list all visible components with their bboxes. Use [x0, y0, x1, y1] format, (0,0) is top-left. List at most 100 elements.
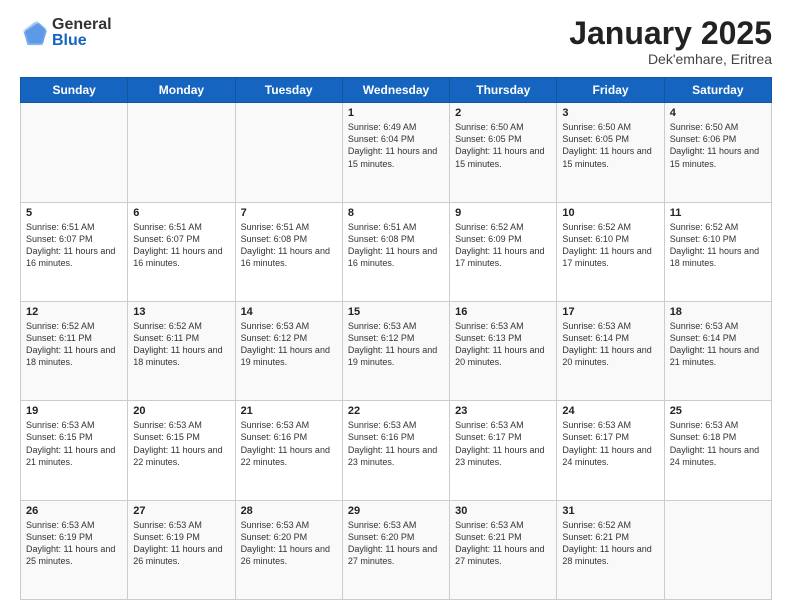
weekday-header: Thursday — [450, 78, 557, 103]
day-number: 30 — [455, 505, 551, 517]
cell-info: Daylight: 11 hours and 22 minutes. — [133, 444, 229, 468]
day-number: 9 — [455, 207, 551, 219]
day-number: 1 — [348, 107, 444, 119]
calendar-cell: 17Sunrise: 6:53 AMSunset: 6:14 PMDayligh… — [557, 301, 664, 400]
day-number: 2 — [455, 107, 551, 119]
cell-info: Daylight: 11 hours and 16 minutes. — [26, 245, 122, 269]
calendar-cell: 21Sunrise: 6:53 AMSunset: 6:16 PMDayligh… — [235, 401, 342, 500]
cell-info: Sunset: 6:16 PM — [241, 431, 337, 443]
day-number: 16 — [455, 306, 551, 318]
day-number: 29 — [348, 505, 444, 517]
cell-info: Sunrise: 6:53 AM — [562, 320, 658, 332]
cell-info: Sunrise: 6:53 AM — [562, 419, 658, 431]
logo: General Blue — [20, 16, 112, 49]
day-number: 6 — [133, 207, 229, 219]
cell-info: Daylight: 11 hours and 26 minutes. — [241, 543, 337, 567]
calendar-cell: 9Sunrise: 6:52 AMSunset: 6:09 PMDaylight… — [450, 202, 557, 301]
title-block: January 2025 Dek'emhare, Eritrea — [569, 16, 772, 67]
cell-info: Sunset: 6:12 PM — [348, 332, 444, 344]
cell-info: Daylight: 11 hours and 21 minutes. — [670, 344, 766, 368]
calendar-cell: 29Sunrise: 6:53 AMSunset: 6:20 PMDayligh… — [342, 500, 449, 599]
cell-info: Sunset: 6:12 PM — [241, 332, 337, 344]
cell-info: Daylight: 11 hours and 17 minutes. — [455, 245, 551, 269]
page: General Blue January 2025 Dek'emhare, Er… — [0, 0, 792, 612]
calendar-cell: 23Sunrise: 6:53 AMSunset: 6:17 PMDayligh… — [450, 401, 557, 500]
calendar-cell — [128, 103, 235, 202]
calendar-cell: 19 Sunrise: 6:53 AMSunset: 6:15 PMDayligh… — [21, 401, 128, 500]
cell-info: Sunrise: 6:52 AM — [562, 221, 658, 233]
calendar-cell: 1Sunrise: 6:49 AMSunset: 6:04 PMDaylight… — [342, 103, 449, 202]
day-number: 22 — [348, 405, 444, 417]
cell-info: Sunrise: 6:53 AM — [455, 419, 551, 431]
cell-info: Daylight: 11 hours and 17 minutes. — [562, 245, 658, 269]
cell-info: Sunrise: 6:52 AM — [562, 519, 658, 531]
cell-info: Sunrise: 6:53 AM — [26, 419, 122, 431]
cell-info: Sunrise: 6:50 AM — [455, 121, 551, 133]
day-number: 13 — [133, 306, 229, 318]
day-number: 19 — [26, 405, 122, 417]
cell-info: Sunrise: 6:53 AM — [455, 519, 551, 531]
day-number: 25 — [670, 405, 766, 417]
calendar-cell: 13Sunrise: 6:52 AMSunset: 6:11 PMDayligh… — [128, 301, 235, 400]
cell-info: Sunrise: 6:52 AM — [455, 221, 551, 233]
calendar-table: SundayMondayTuesdayWednesdayThursdayFrid… — [20, 77, 772, 600]
day-number: 7 — [241, 207, 337, 219]
location: Dek'emhare, Eritrea — [569, 51, 772, 67]
day-number: 5 — [26, 207, 122, 219]
cell-info: Daylight: 11 hours and 21 minutes. — [26, 444, 122, 468]
cell-info: Daylight: 11 hours and 24 minutes. — [562, 444, 658, 468]
cell-info: Sunset: 6:11 PM — [26, 332, 122, 344]
day-number: 3 — [562, 107, 658, 119]
cell-info: Sunset: 6:15 PM — [133, 431, 229, 443]
cell-info: Sunset: 6:05 PM — [562, 133, 658, 145]
cell-info: Sunset: 6:19 PM — [26, 531, 122, 543]
weekday-header: Friday — [557, 78, 664, 103]
day-number: 8 — [348, 207, 444, 219]
cell-info: Sunset: 6:15 PM — [26, 431, 122, 443]
cell-info: Sunrise: 6:53 AM — [26, 519, 122, 531]
calendar-cell: 12Sunrise: 6:52 AMSunset: 6:11 PMDayligh… — [21, 301, 128, 400]
cell-info: Sunrise: 6:51 AM — [133, 221, 229, 233]
calendar-cell: 26Sunrise: 6:53 AMSunset: 6:19 PMDayligh… — [21, 500, 128, 599]
cell-info: Sunrise: 6:53 AM — [348, 320, 444, 332]
day-number: 28 — [241, 505, 337, 517]
cell-info: Sunset: 6:17 PM — [562, 431, 658, 443]
day-number: 10 — [562, 207, 658, 219]
calendar-cell: 18Sunrise: 6:53 AMSunset: 6:14 PMDayligh… — [664, 301, 771, 400]
calendar-cell: 27Sunrise: 6:53 AMSunset: 6:19 PMDayligh… — [128, 500, 235, 599]
cell-info: Sunrise: 6:53 AM — [348, 519, 444, 531]
calendar-cell — [664, 500, 771, 599]
calendar-cell: 16Sunrise: 6:53 AMSunset: 6:13 PMDayligh… — [450, 301, 557, 400]
cell-info: Sunrise: 6:50 AM — [562, 121, 658, 133]
cell-info: Daylight: 11 hours and 28 minutes. — [562, 543, 658, 567]
cell-info: Sunset: 6:11 PM — [133, 332, 229, 344]
cell-info: Daylight: 11 hours and 18 minutes. — [670, 245, 766, 269]
cell-info: Sunrise: 6:53 AM — [348, 419, 444, 431]
cell-info: Sunset: 6:14 PM — [670, 332, 766, 344]
cell-info: Sunset: 6:10 PM — [670, 233, 766, 245]
cell-info: Sunrise: 6:53 AM — [670, 320, 766, 332]
calendar-cell — [21, 103, 128, 202]
calendar-cell: 7Sunrise: 6:51 AMSunset: 6:08 PMDaylight… — [235, 202, 342, 301]
cell-info: Daylight: 11 hours and 15 minutes. — [670, 145, 766, 169]
day-number: 24 — [562, 405, 658, 417]
cell-info: Sunset: 6:16 PM — [348, 431, 444, 443]
calendar-header: SundayMondayTuesdayWednesdayThursdayFrid… — [21, 78, 772, 103]
cell-info: Daylight: 11 hours and 24 minutes. — [670, 444, 766, 468]
cell-info: Daylight: 11 hours and 15 minutes. — [455, 145, 551, 169]
weekday-header: Tuesday — [235, 78, 342, 103]
calendar-week-row: 19Sunrise: 6:53 AMSunset: 6:15 PMDayligh… — [21, 401, 772, 500]
logo-icon — [20, 19, 48, 47]
cell-info: Sunset: 6:14 PM — [562, 332, 658, 344]
weekday-header: Saturday — [664, 78, 771, 103]
month-title: January 2025 — [569, 16, 772, 51]
calendar-week-row: 5Sunrise: 6:51 AMSunset: 6:07 PMDaylight… — [21, 202, 772, 301]
calendar-cell: 30Sunrise: 6:53 AMSunset: 6:21 PMDayligh… — [450, 500, 557, 599]
calendar-cell: 10Sunrise: 6:52 AMSunset: 6:10 PMDayligh… — [557, 202, 664, 301]
calendar-cell: 22Sunrise: 6:53 AMSunset: 6:16 PMDayligh… — [342, 401, 449, 500]
cell-info: Daylight: 11 hours and 16 minutes. — [133, 245, 229, 269]
day-number: 31 — [562, 505, 658, 517]
cell-info: Sunrise: 6:53 AM — [241, 419, 337, 431]
day-number: 17 — [562, 306, 658, 318]
cell-info: Daylight: 11 hours and 15 minutes. — [348, 145, 444, 169]
